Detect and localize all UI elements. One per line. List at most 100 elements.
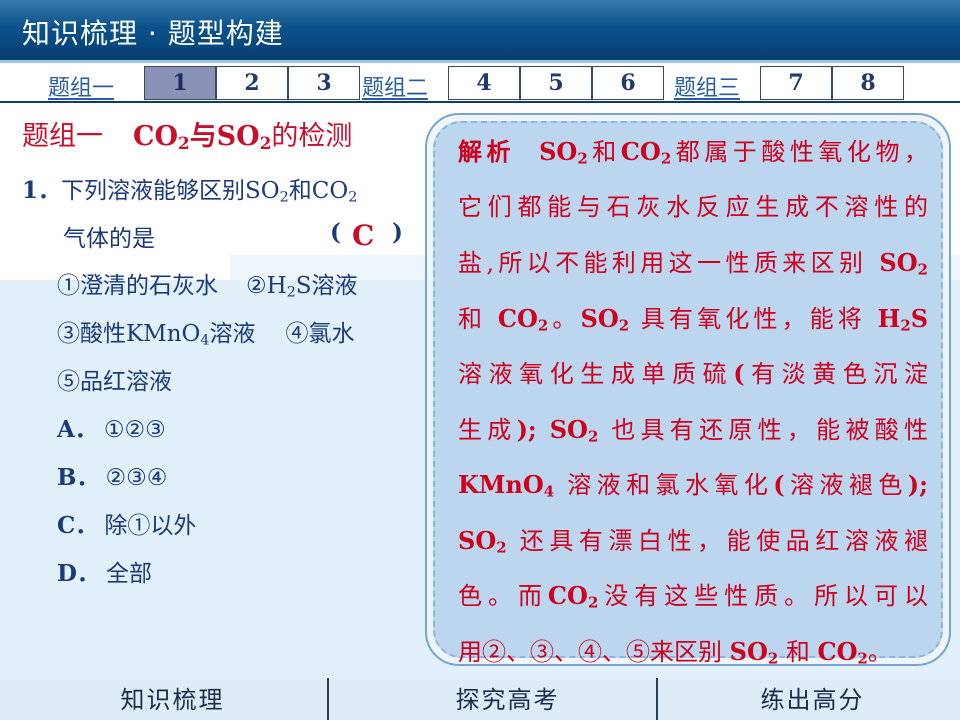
stem-text: 下列溶液能够区别SO bbox=[61, 178, 280, 204]
item-subscript: 2 bbox=[286, 284, 296, 301]
explanation-line: 盐,所以不能利用这一性质来区别 SO2 bbox=[458, 235, 928, 291]
item-text: 溶液 bbox=[209, 321, 256, 347]
formula: CO bbox=[620, 137, 661, 166]
stem-text: 和CO bbox=[288, 178, 349, 204]
tab-button-8[interactable]: 8 bbox=[832, 66, 904, 100]
formula-subscript: 2 bbox=[857, 649, 868, 668]
explanation-segment: ); bbox=[907, 470, 929, 499]
answer-letter: C bbox=[352, 219, 375, 252]
title-bar: 知识梳理 · 题型构建 bbox=[0, 0, 960, 60]
formula-subscript: 2 bbox=[660, 149, 672, 168]
formula: S bbox=[910, 303, 929, 333]
explanation-line: 和 CO2。SO2 具有氧化性，能将 H2S bbox=[458, 291, 928, 347]
formula-subscript: 2 bbox=[577, 149, 588, 168]
item-line-2: ③酸性KMnO4溶液 ④氯水 bbox=[57, 314, 354, 349]
formula: SO bbox=[539, 137, 578, 166]
explanation-text: 解析 SO2和CO2都属于酸性氧化物， 它们都能与石灰水反应生成不溶性的 盐,所… bbox=[458, 124, 928, 679]
group-link-2[interactable]: 题组二 bbox=[362, 70, 428, 101]
stem-subscript: 2 bbox=[348, 189, 358, 206]
formula-subscript: 2 bbox=[917, 260, 928, 279]
explanation-segment: ( bbox=[773, 470, 785, 499]
tab-button-6[interactable]: 6 bbox=[592, 66, 664, 100]
option-b[interactable]: B． ②③④ bbox=[57, 458, 167, 492]
formula-subscript: 4 bbox=[543, 482, 555, 501]
topic-part: 与SO bbox=[189, 121, 260, 152]
question-stem: 1．下列溶液能够区别SO2和CO2 bbox=[22, 171, 357, 206]
item-2: ②H2S溶液 bbox=[246, 273, 358, 301]
option-text: ②③④ bbox=[105, 465, 168, 491]
nav-divider bbox=[656, 678, 658, 720]
nav-explore-exam[interactable]: 探究高考 bbox=[415, 680, 600, 720]
explanation-segment: 和 bbox=[587, 138, 621, 166]
tab-button-4[interactable]: 4 bbox=[448, 66, 520, 100]
tab-button-5[interactable]: 5 bbox=[520, 66, 592, 100]
explanation-segment: ); bbox=[516, 414, 537, 444]
tab-row-divider bbox=[0, 101, 960, 103]
option-letter: A． bbox=[57, 416, 98, 443]
page-title: 知识梳理 · 题型构建 bbox=[22, 17, 284, 50]
explanation-segment: 都属于酸性氧化物， bbox=[671, 138, 929, 166]
explanation-segment: 溶液褪色 bbox=[784, 471, 908, 499]
option-d[interactable]: D． 全部 bbox=[57, 554, 152, 588]
explanation-segment: 溶液和氯水氧化 bbox=[567, 471, 774, 499]
explanation-segment: 有淡黄色沉淀 bbox=[744, 360, 929, 388]
item-text: ②H bbox=[246, 273, 287, 299]
topic-title: CO2与SO2 bbox=[133, 121, 271, 153]
option-text: 除①以外 bbox=[104, 513, 197, 539]
question-number: 1． bbox=[22, 177, 62, 204]
formula: SO bbox=[458, 525, 497, 555]
explanation-line: 用②、③、④、⑤来区别 SO2 和 CO2。 bbox=[458, 624, 928, 680]
option-letter: C． bbox=[57, 512, 99, 539]
explanation-segment: 还具有漂白性，能使品红溶液褪 bbox=[519, 526, 928, 555]
nav-knowledge-review[interactable]: 知识梳理 bbox=[80, 680, 265, 720]
item-4: ④氯水 bbox=[285, 321, 355, 347]
item-text: ③酸性KMnO bbox=[57, 321, 201, 347]
answer-paren-close: ) bbox=[392, 219, 403, 246]
item-5: ⑤品红溶液 bbox=[57, 369, 172, 395]
explanation-segment: 色。而 bbox=[458, 582, 548, 610]
formula: SO bbox=[549, 414, 588, 444]
topic-part: CO bbox=[133, 121, 179, 152]
tab-button-7[interactable]: 7 bbox=[760, 66, 832, 100]
explanation-line: KMnO4 溶液和氯水氧化(溶液褪色); bbox=[458, 457, 928, 513]
item-text: S溶液 bbox=[295, 273, 358, 299]
explanation-line: 溶液氧化生成单质硫(有淡黄色沉淀 bbox=[458, 346, 928, 402]
topic-part: 的检测 bbox=[271, 121, 353, 152]
explanation-segment: 。 bbox=[867, 637, 892, 666]
formula: SO bbox=[580, 303, 619, 333]
formula: SO bbox=[879, 248, 918, 277]
question-stem-line2: 气体的是 bbox=[63, 226, 155, 252]
nav-divider bbox=[327, 678, 329, 720]
option-text: 全部 bbox=[105, 561, 152, 587]
formula: CO bbox=[547, 581, 588, 610]
explanation-segment: ( bbox=[733, 359, 745, 388]
tab-button-3[interactable]: 3 bbox=[288, 66, 360, 100]
option-c[interactable]: C． 除①以外 bbox=[57, 506, 196, 540]
item-line-1: ①澄清的石灰水 ②H2S溶液 bbox=[57, 266, 358, 301]
explanation-segment: 盐,所以不能利用这一性质来区别 bbox=[458, 249, 868, 277]
explanation-line: 色。而CO2没有这些性质。所以可以 bbox=[458, 568, 928, 624]
formula-subscript: 2 bbox=[900, 316, 911, 335]
formula-subscript: 2 bbox=[587, 427, 599, 446]
item-1: ①澄清的石灰水 bbox=[57, 273, 218, 299]
group-link-3[interactable]: 题组三 bbox=[674, 70, 740, 101]
tab-button-1[interactable]: 1 bbox=[144, 66, 216, 100]
group-link-1[interactable]: 题组一 bbox=[48, 70, 114, 101]
group-title: 题组一 bbox=[22, 121, 103, 152]
stem-subscript: 2 bbox=[279, 189, 289, 206]
tab-button-2[interactable]: 2 bbox=[216, 66, 288, 100]
item-3: ③酸性KMnO4溶液 bbox=[57, 321, 256, 349]
formula: SO bbox=[729, 636, 768, 666]
explanation-label: 解析 bbox=[458, 137, 516, 166]
formula-subscript: 2 bbox=[587, 593, 599, 612]
explanation-segment: 也具有还原性，能被酸性 bbox=[611, 415, 929, 444]
nav-practice-score[interactable]: 练出高分 bbox=[720, 680, 905, 720]
option-letter: D． bbox=[57, 560, 100, 587]
explanation-line: 生成); SO2 也具有还原性，能被酸性 bbox=[458, 402, 928, 458]
explanation-line: 它们都能与石灰水反应生成不溶性的 bbox=[458, 192, 928, 221]
explanation-segment: 用②、③、④、⑤来区别 bbox=[458, 637, 722, 666]
option-a[interactable]: A． ①②③ bbox=[57, 410, 166, 444]
option-letter: B． bbox=[57, 464, 100, 491]
option-text: ①②③ bbox=[103, 417, 166, 443]
formula-subscript: 2 bbox=[496, 538, 507, 557]
